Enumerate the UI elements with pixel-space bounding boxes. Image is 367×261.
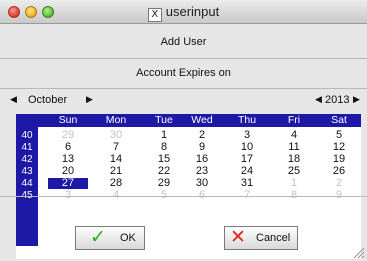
calendar-day[interactable]: 12 <box>319 142 359 153</box>
calendar-day-outside-month[interactable]: 29 <box>48 130 88 141</box>
ok-button[interactable]: ✓ OK <box>75 226 145 250</box>
calendar-day[interactable]: 2 <box>182 130 222 141</box>
calendar-day[interactable]: 17 <box>227 154 267 165</box>
calendar-day[interactable]: 24 <box>227 166 267 177</box>
calendar-day[interactable]: 8 <box>144 142 184 153</box>
weekday-header-mon: Mon <box>105 114 127 126</box>
calendar-day[interactable]: 22 <box>144 166 184 177</box>
divider <box>0 196 367 197</box>
weekday-header-thu: Thu <box>237 114 257 126</box>
calendar-day[interactable]: 14 <box>96 154 136 165</box>
divider <box>0 58 367 59</box>
prev-year-button[interactable]: ◀ <box>315 94 322 105</box>
button-row: ✓ OK ✕ Cancel <box>0 200 367 261</box>
calendar-day-outside-month[interactable]: 2 <box>319 178 359 189</box>
next-month-button[interactable]: ▶ <box>86 94 93 105</box>
calendar-day[interactable]: 5 <box>319 130 359 141</box>
week-number: 42 <box>21 154 33 165</box>
weekday-header-tue: Tue <box>155 114 173 126</box>
x11-app-icon: X <box>147 8 162 22</box>
calendar-day[interactable]: 16 <box>182 154 222 165</box>
x-icon: ✕ <box>230 227 246 248</box>
ok-button-label: OK <box>120 232 136 244</box>
month-label: October <box>28 94 68 106</box>
calendar-day[interactable]: 10 <box>227 142 267 153</box>
weekday-header-sun: Sun <box>58 114 78 126</box>
calendar-day[interactable]: 27 <box>48 178 88 189</box>
calendar-day[interactable]: 9 <box>182 142 222 153</box>
calendar-day[interactable]: 30 <box>182 178 222 189</box>
calendar-day[interactable]: 19 <box>319 154 359 165</box>
calendar-day[interactable]: 25 <box>274 166 314 177</box>
prev-month-button[interactable]: ◀ <box>10 94 17 105</box>
dialog-window: Xuserinput Add User Account Expires on ◀… <box>0 0 367 261</box>
window-title: Xuserinput <box>0 4 367 22</box>
calendar-day[interactable]: 23 <box>182 166 222 177</box>
resize-grip-icon[interactable] <box>353 247 365 259</box>
calendar-day[interactable]: 1 <box>144 130 184 141</box>
week-number: 41 <box>21 142 33 153</box>
check-icon: ✓ <box>90 227 106 248</box>
year-label: 2013 <box>325 94 350 106</box>
week-number: 43 <box>21 166 33 177</box>
week-number: 40 <box>21 130 33 141</box>
weekday-header-wed: Wed <box>191 114 213 126</box>
calendar-day[interactable]: 3 <box>227 130 267 141</box>
cancel-button[interactable]: ✕ Cancel <box>224 226 298 250</box>
weekday-header-fri: Fri <box>287 114 301 126</box>
calendar-day[interactable]: 13 <box>48 154 88 165</box>
divider <box>0 88 367 89</box>
calendar-day[interactable]: 6 <box>48 142 88 153</box>
next-year-button[interactable]: ▶ <box>353 94 360 105</box>
dialog-heading: Add User <box>160 36 207 48</box>
calendar-day[interactable]: 28 <box>96 178 136 189</box>
calendar-day[interactable]: 26 <box>319 166 359 177</box>
window-title-text: userinput <box>165 4 220 19</box>
month-year-selector: ◀ October ▶ ◀ 2013 ▶ <box>10 93 362 109</box>
weekday-header-sat: Sat <box>331 114 347 126</box>
cancel-button-label: Cancel <box>256 232 291 244</box>
week-number: 44 <box>21 178 33 189</box>
title-bar[interactable]: Xuserinput <box>0 0 367 24</box>
calendar-day[interactable]: 20 <box>48 166 88 177</box>
calendar-day[interactable]: 11 <box>274 142 314 153</box>
calendar-day[interactable]: 7 <box>96 142 136 153</box>
calendar-day[interactable]: 31 <box>227 178 267 189</box>
calendar-header-row: Sun Mon Tue Wed Thu Fri Sat <box>16 114 361 127</box>
calendar-day[interactable]: 18 <box>274 154 314 165</box>
calendar-day-outside-month[interactable]: 1 <box>274 178 314 189</box>
calendar-day-outside-month[interactable]: 30 <box>96 130 136 141</box>
calendar-day[interactable]: 29 <box>144 178 184 189</box>
calendar-day[interactable]: 15 <box>144 154 184 165</box>
section-label: Account Expires on <box>136 67 231 79</box>
calendar-day[interactable]: 21 <box>96 166 136 177</box>
calendar-day[interactable]: 4 <box>274 130 314 141</box>
